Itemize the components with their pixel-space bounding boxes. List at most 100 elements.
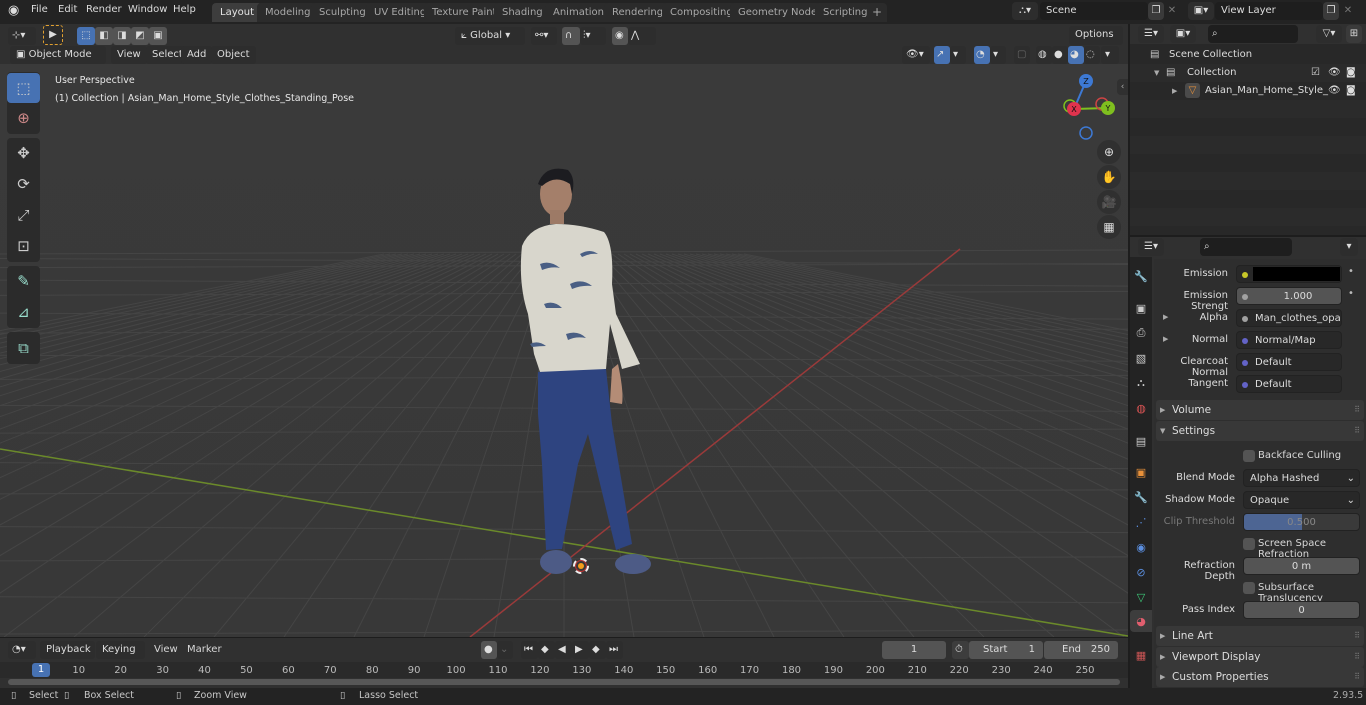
prev-keyframe-icon[interactable]: ◆ <box>538 641 555 659</box>
end-frame-field[interactable]: End 250 <box>1044 641 1118 659</box>
tab-scene-icon[interactable]: ⛬ <box>1130 372 1152 394</box>
menu-view[interactable]: View <box>111 46 147 64</box>
new-scene-icon[interactable]: ❐ <box>1148 2 1164 20</box>
outliner-row-object[interactable]: ▶ ▽ Asian_Man_Home_Style_ 👁 ◙ <box>1130 82 1366 100</box>
jump-start-icon[interactable]: ⏮ <box>521 641 538 659</box>
pivot-point-icon[interactable]: ⚯▾ <box>531 27 557 45</box>
tab-modeling[interactable]: Modeling <box>257 3 319 22</box>
add-workspace-button[interactable]: + <box>867 3 888 22</box>
display-mode-icon[interactable]: ▣▾ <box>1170 25 1196 43</box>
panel-volume[interactable]: ▶ Volume ⠿ <box>1156 400 1364 420</box>
sidebar-toggle-icon[interactable]: ‹ <box>1117 79 1128 95</box>
ortho-grid-icon[interactable]: ▦ <box>1097 215 1121 239</box>
tab-particles-icon[interactable]: ⋰ <box>1130 511 1152 533</box>
tab-object-icon[interactable]: ▣ <box>1130 461 1152 483</box>
subsurface-translucency-checkbox[interactable] <box>1243 582 1255 594</box>
tab-collection-icon[interactable]: ▤ <box>1130 430 1152 452</box>
normal-link-field[interactable]: Normal/Map <box>1236 331 1342 349</box>
menu-window[interactable]: Window <box>128 4 167 15</box>
new-view-layer-icon[interactable]: ❐ <box>1323 2 1339 20</box>
outliner-editor-type-icon[interactable]: ☰▾ <box>1138 25 1164 43</box>
panel-line-art[interactable]: ▶ Line Art ⠿ <box>1156 626 1364 646</box>
shading-dropdown-icon[interactable]: ▾ <box>1101 46 1119 64</box>
proportional-falloff-icon[interactable]: ⋀ <box>628 27 656 45</box>
play-icon[interactable]: ▶ <box>572 641 589 659</box>
options-dropdown[interactable]: Options ▾ <box>1069 26 1123 58</box>
visibility-icon[interactable]: 👁▾ <box>902 46 930 64</box>
properties-options-icon[interactable]: ▾ <box>1340 238 1358 256</box>
tab-world-icon[interactable]: ◍ <box>1130 397 1152 419</box>
xray-toggle-icon[interactable]: ▢ <box>1014 46 1030 64</box>
tab-render-icon[interactable]: ▣ <box>1130 297 1152 319</box>
menu-marker[interactable]: Marker <box>187 644 222 655</box>
gizmo-dropdown-icon[interactable]: ▾ <box>950 46 966 64</box>
editor-type-icon[interactable]: ⊹▾ <box>8 27 36 45</box>
render-camera-icon[interactable]: ◙ <box>1346 64 1356 82</box>
measure-icon[interactable]: ⊿ <box>7 297 40 327</box>
tab-texture-icon[interactable]: ▦ <box>1130 644 1152 666</box>
next-keyframe-icon[interactable]: ◆ <box>589 641 606 659</box>
scene-selector-icon[interactable]: ⛬▾ <box>1012 2 1038 20</box>
shadow-mode-dropdown[interactable]: Opaque ⌄ <box>1243 491 1360 509</box>
select-box-icon[interactable]: ⬚ <box>7 73 40 103</box>
drag-handle-icon[interactable]: ⠿ <box>1354 647 1360 667</box>
keyframe-dot-icon[interactable]: • <box>1348 288 1354 299</box>
transform-icon[interactable]: ⊡ <box>7 231 40 261</box>
shading-solid-icon[interactable]: ● <box>1052 46 1068 64</box>
select-mode-intersect-icon[interactable]: ▣ <box>149 27 167 45</box>
annotate-icon[interactable]: ✎ <box>7 266 40 296</box>
preview-range-icon[interactable]: ⏱ <box>952 641 969 659</box>
character-model[interactable] <box>500 164 670 594</box>
menu-object[interactable]: Object <box>211 46 256 64</box>
drag-handle-icon[interactable]: ⠿ <box>1354 400 1360 420</box>
blender-logo-icon[interactable]: ◉ <box>8 3 19 18</box>
tab-output-icon[interactable]: ⎙ <box>1130 322 1152 344</box>
tab-animation[interactable]: Animation <box>545 3 612 22</box>
clearcoat-normal-field[interactable]: Default <box>1236 353 1342 371</box>
delete-view-layer-icon[interactable]: ✕ <box>1341 2 1355 20</box>
snap-toggle-icon[interactable]: ∩ <box>562 27 580 45</box>
menu-edit[interactable]: Edit <box>58 4 77 15</box>
view-layer-selector-icon[interactable]: ▣▾ <box>1188 2 1214 20</box>
navigation-gizmo[interactable]: Z Y X <box>1050 72 1120 142</box>
timeline-editor-type-icon[interactable]: ◔▾ <box>8 641 36 659</box>
rotate-icon[interactable]: ⟳ <box>7 169 40 199</box>
filter-icon[interactable]: ▽▾ <box>1316 25 1342 43</box>
current-frame-field[interactable]: 1 <box>882 641 946 659</box>
keyframe-dot-icon[interactable]: • <box>1348 266 1354 277</box>
menu-render[interactable]: Render <box>86 4 122 15</box>
menu-file[interactable]: File <box>31 4 48 15</box>
overlay-dropdown-icon[interactable]: ▾ <box>990 46 1006 64</box>
panel-settings[interactable]: ▼ Settings ⠿ <box>1156 421 1364 441</box>
exclude-checkbox[interactable]: ☑ <box>1311 64 1320 82</box>
auto-keying-icon[interactable]: ● <box>481 641 497 659</box>
playhead[interactable]: 1 <box>32 663 50 677</box>
render-camera-icon[interactable]: ◙ <box>1346 82 1356 100</box>
cursor-icon[interactable]: ⊕ <box>7 103 40 133</box>
mode-dropdown[interactable]: ▣ Object Mode <box>10 46 106 64</box>
start-frame-field[interactable]: Start 1 <box>969 641 1043 659</box>
gizmo-toggle-icon[interactable]: ↗ <box>934 46 950 64</box>
panel-custom-properties[interactable]: ▶ Custom Properties ⠿ <box>1156 667 1364 687</box>
clip-threshold-slider[interactable]: 0.500 <box>1243 513 1360 531</box>
tab-compositing[interactable]: Compositing <box>662 3 741 22</box>
tangent-field[interactable]: Default <box>1236 375 1342 393</box>
playback-dropdown[interactable]: Playback ▾ <box>40 641 95 673</box>
shading-material-preview-icon[interactable]: ◕ <box>1068 46 1084 64</box>
tab-modifiers-icon[interactable]: 🔧 <box>1130 486 1152 508</box>
move-icon[interactable]: ✥ <box>7 138 40 168</box>
menu-timeline-view[interactable]: View <box>154 644 178 655</box>
outliner-row-scene-collection[interactable]: ▤ Scene Collection <box>1130 46 1366 64</box>
timeline-scrollbar[interactable] <box>8 679 1120 685</box>
zoom-icon[interactable]: ⊕ <box>1097 140 1121 164</box>
tab-shading[interactable]: Shading <box>494 3 551 22</box>
outliner-search-input[interactable]: ⌕ <box>1208 25 1298 43</box>
emission-color-field[interactable] <box>1236 265 1342 283</box>
expand-arrow-icon[interactable]: ▶ <box>1172 82 1177 100</box>
refraction-depth-field[interactable]: 0 m <box>1243 557 1360 575</box>
outliner-row-collection[interactable]: ▼ ▤ Collection ☑ 👁 ◙ <box>1130 64 1366 82</box>
tab-data-icon[interactable]: ▽ <box>1130 586 1152 608</box>
select-mode-subtract-icon[interactable]: ◨ <box>113 27 131 45</box>
select-mode-invert-icon[interactable]: ◩ <box>131 27 149 45</box>
scale-icon[interactable]: ⤢ <box>7 200 40 230</box>
